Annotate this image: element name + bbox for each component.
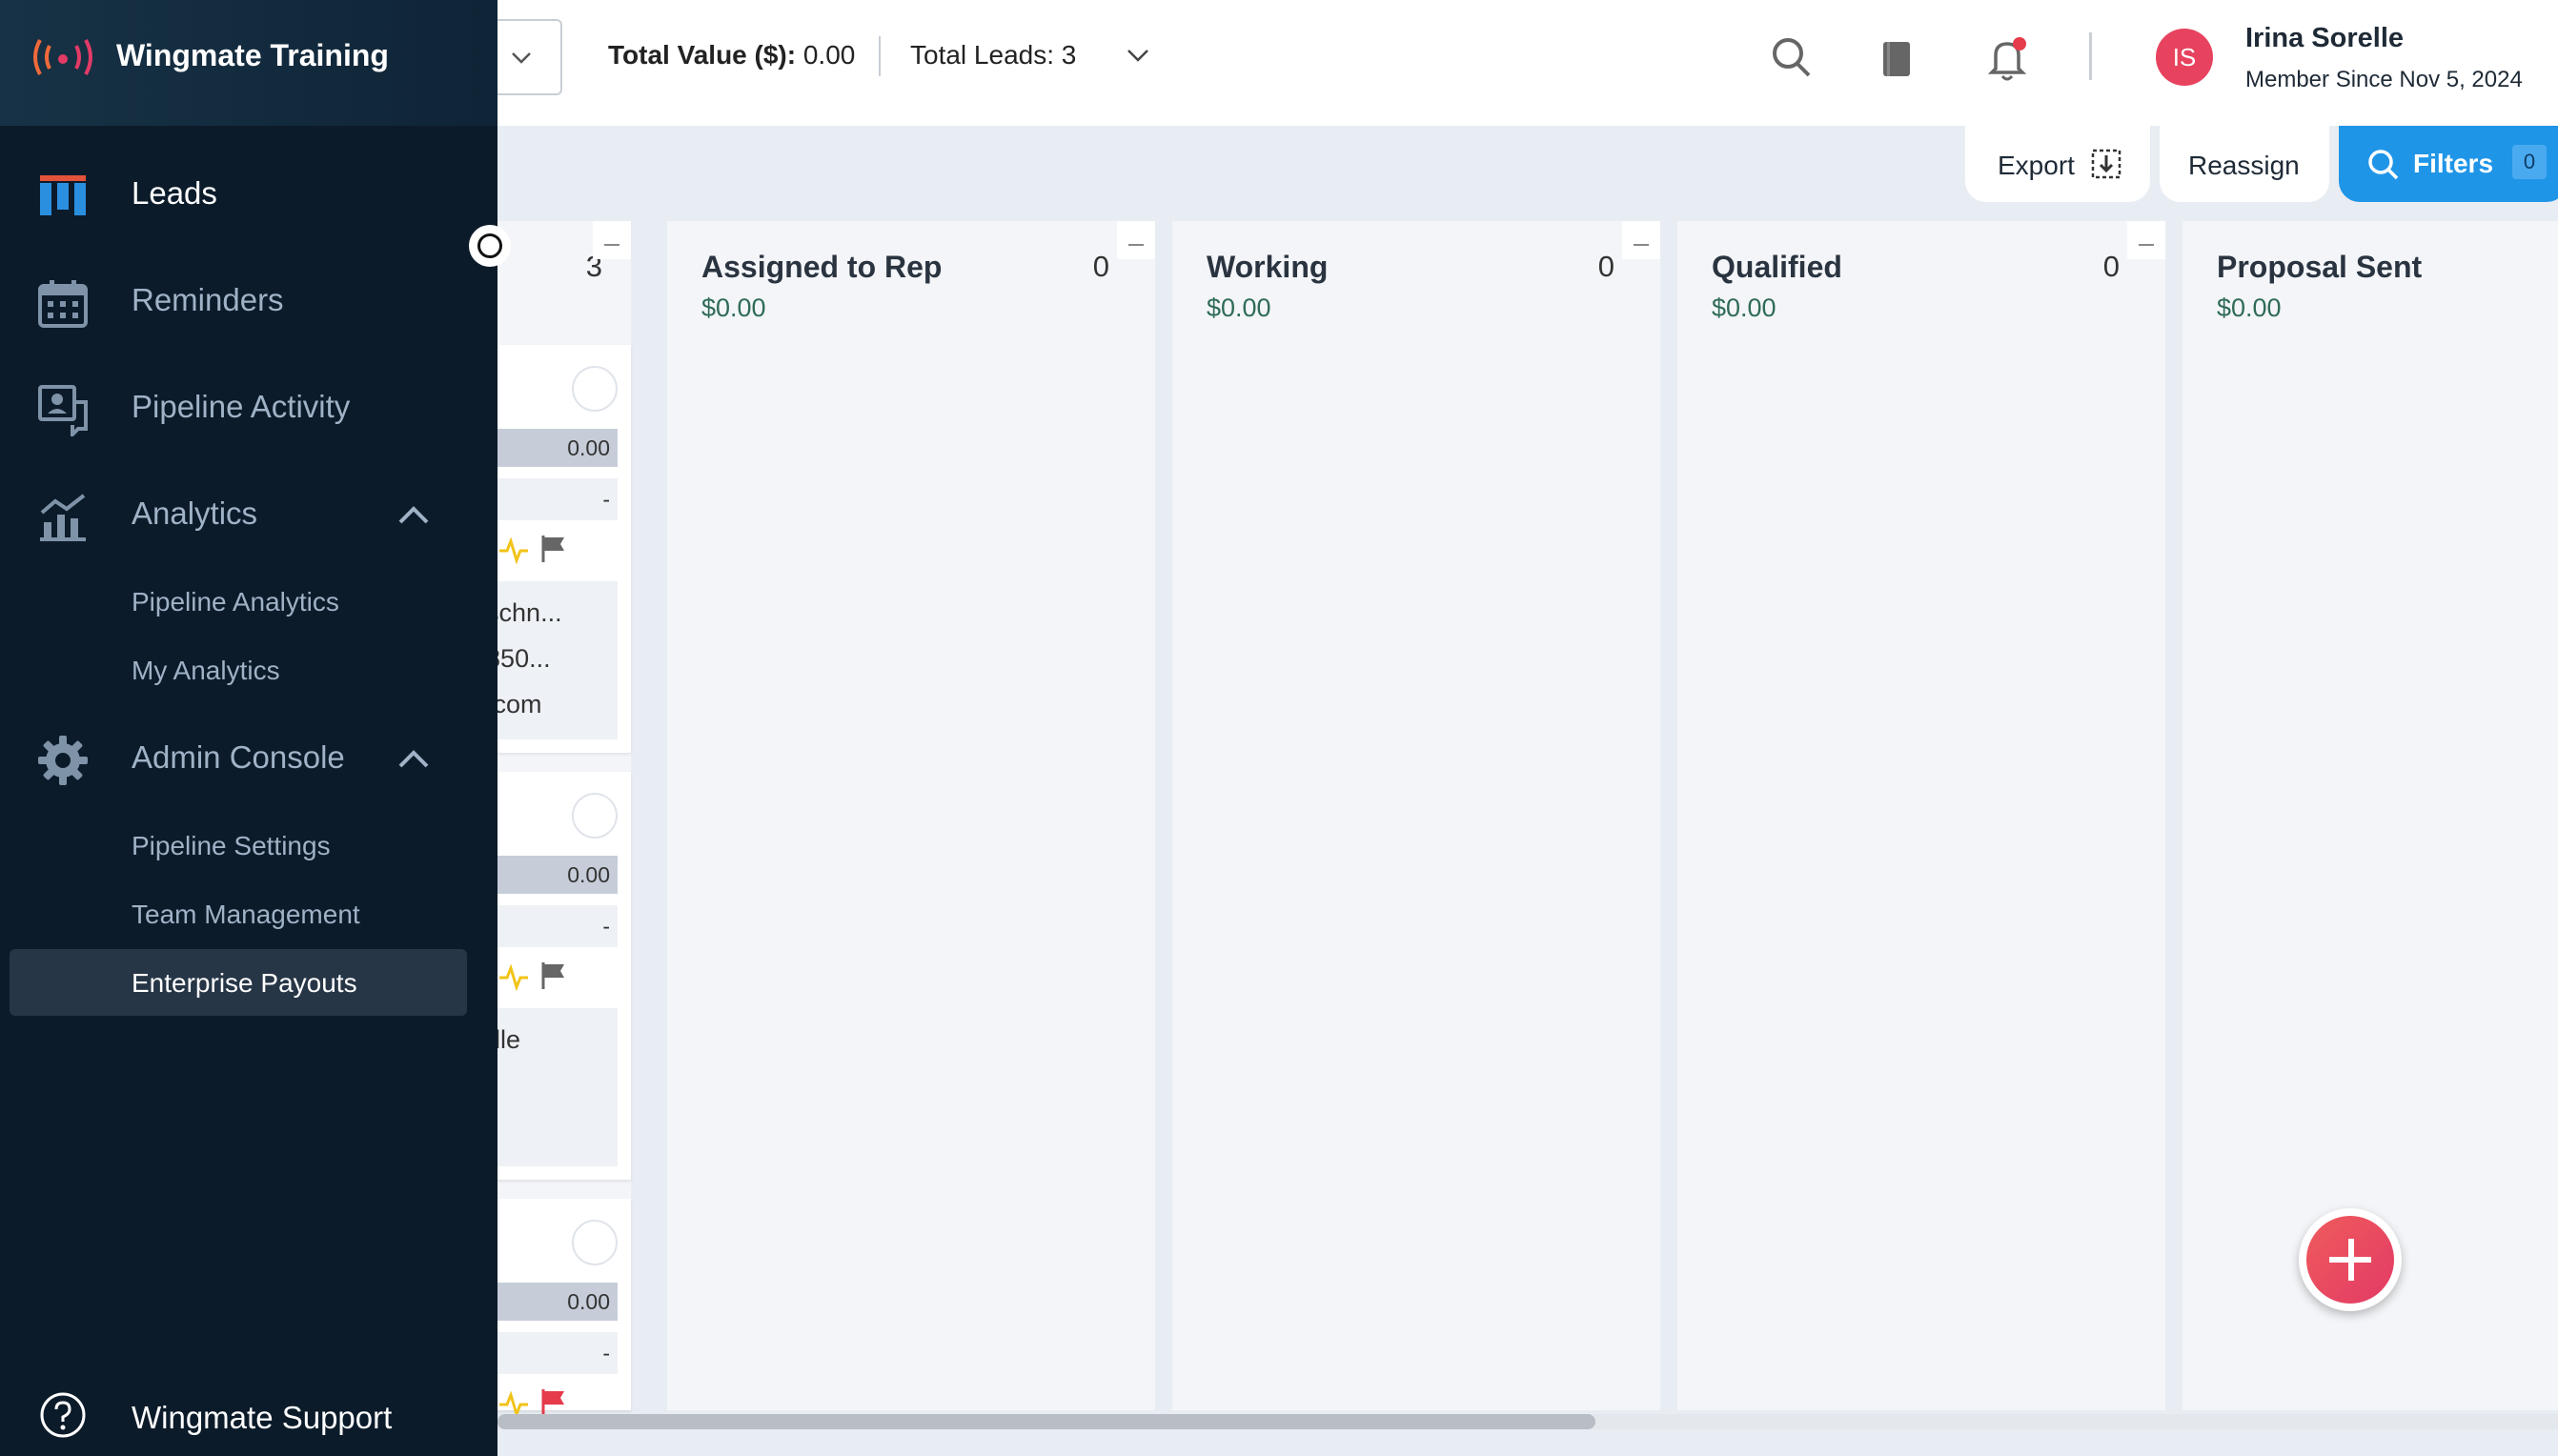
avatar[interactable]: IS xyxy=(2156,29,2213,86)
sidebar-item-leads[interactable]: Leads xyxy=(0,152,497,238)
total-leads: Total Leads: 3 xyxy=(910,40,1077,70)
add-lead-button[interactable] xyxy=(2299,1208,2402,1311)
filters-count-badge: 0 xyxy=(2512,145,2547,179)
analytics-icon xyxy=(40,494,86,541)
minimize-column-button[interactable] xyxy=(593,221,631,259)
sidebar-item-label: Wingmate Support xyxy=(132,1400,393,1435)
sidebar-item-label: Reminders xyxy=(132,282,284,317)
book-icon[interactable] xyxy=(1870,29,1923,86)
chevron-up-icon[interactable] xyxy=(393,495,435,537)
lead-logo-icon xyxy=(572,366,618,412)
brand-logo-icon xyxy=(33,39,92,75)
sidebar-item-admin-console[interactable]: Admin Console xyxy=(0,717,497,802)
reassign-button[interactable]: Reassign xyxy=(2160,126,2329,202)
filters-button[interactable]: Filters 0 xyxy=(2339,126,2558,202)
subitem-label: Enterprise Payouts xyxy=(132,968,357,998)
flag-icon[interactable] xyxy=(538,1385,570,1418)
plus-icon xyxy=(2306,1216,2394,1304)
sidebar-collapse-toggle[interactable] xyxy=(469,225,511,267)
flag-icon[interactable] xyxy=(538,532,570,564)
sidebar-subitem-pipeline-analytics[interactable]: Pipeline Analytics xyxy=(10,568,467,635)
column-title: Proposal Sent xyxy=(2217,250,2423,284)
calendar-icon xyxy=(38,280,88,328)
chevron-down-icon[interactable] xyxy=(1121,38,1155,72)
leads-icon xyxy=(40,175,86,215)
lead-logo-icon xyxy=(572,793,618,839)
sidebar-item-reminders[interactable]: Reminders xyxy=(0,259,497,345)
column-value: $0.00 xyxy=(1712,293,1776,322)
sidebar-subitem-enterprise-payouts[interactable]: Enterprise Payouts xyxy=(10,949,467,1016)
sidebar: Wingmate Training Leads Reminders Pipeli… xyxy=(0,0,497,1456)
user-name: Irina Sorelle xyxy=(2245,23,2405,53)
sidebar-subitem-pipeline-settings[interactable]: Pipeline Settings xyxy=(10,812,467,879)
subitem-label: My Analytics xyxy=(132,656,280,685)
sidebar-subitem-my-analytics[interactable]: My Analytics xyxy=(10,637,467,703)
minimize-column-button[interactable] xyxy=(2127,221,2165,259)
board-column-assigned: Assigned to Rep $0.00 0 xyxy=(667,221,1155,1410)
subitem-label: Pipeline Settings xyxy=(132,831,331,860)
member-since: Member Since Nov 5, 2024 xyxy=(2245,67,2523,92)
export-label: Export xyxy=(1998,151,2075,180)
pulse-icon[interactable] xyxy=(497,964,530,991)
board-column-qualified: Qualified $0.00 0 xyxy=(1677,221,2165,1410)
export-icon xyxy=(2091,149,2122,179)
sidebar-item-label: Pipeline Activity xyxy=(132,389,351,424)
total-value: Total Value ($): 0.00 xyxy=(608,40,856,70)
column-count: 0 xyxy=(1597,250,1614,283)
filters-label: Filters xyxy=(2413,149,2494,178)
sidebar-item-support[interactable]: Wingmate Support xyxy=(0,1377,497,1453)
column-value: $0.00 xyxy=(701,293,766,322)
search-icon[interactable] xyxy=(1765,29,1818,86)
flag-icon[interactable] xyxy=(538,959,570,991)
column-count: 0 xyxy=(1092,250,1109,283)
sidebar-item-pipeline-activity[interactable]: Pipeline Activity xyxy=(0,366,497,452)
search-icon xyxy=(2368,150,2399,180)
column-value: $0.00 xyxy=(1207,293,1271,322)
scrollbar-thumb[interactable] xyxy=(497,1414,1595,1429)
column-value: $0.00 xyxy=(2217,293,2282,322)
chevron-down-icon xyxy=(512,52,531,64)
sidebar-item-label: Analytics xyxy=(132,495,258,531)
column-title: Qualified xyxy=(1712,250,1842,284)
bell-icon[interactable] xyxy=(1980,29,2034,86)
divider xyxy=(879,36,881,76)
subitem-label: Pipeline Analytics xyxy=(132,587,339,617)
divider xyxy=(2089,32,2092,80)
column-count: 0 xyxy=(2102,250,2120,283)
minimize-column-button[interactable] xyxy=(1117,221,1155,259)
lead-logo-icon xyxy=(572,1220,618,1265)
brand-name: Wingmate Training xyxy=(116,38,389,72)
gear-icon xyxy=(38,736,88,785)
export-button[interactable]: Export xyxy=(1965,126,2150,202)
column-title: Working xyxy=(1207,250,1329,284)
pipeline-activity-icon xyxy=(38,385,88,436)
minimize-column-button[interactable] xyxy=(1622,221,1660,259)
help-icon xyxy=(40,1392,86,1438)
sidebar-subitem-team-management[interactable]: Team Management xyxy=(10,880,467,947)
pulse-icon[interactable] xyxy=(497,537,530,564)
reassign-label: Reassign xyxy=(2188,151,2300,180)
sidebar-item-label: Admin Console xyxy=(132,739,345,775)
board-column-working: Working $0.00 0 xyxy=(1172,221,1660,1410)
column-title: Assigned to Rep xyxy=(701,250,943,284)
subitem-label: Team Management xyxy=(132,900,360,929)
sidebar-item-label: Leads xyxy=(132,175,217,211)
brand-header: Wingmate Training xyxy=(0,0,497,126)
chevron-up-icon[interactable] xyxy=(393,739,435,781)
sidebar-item-analytics[interactable]: Analytics xyxy=(0,473,497,558)
